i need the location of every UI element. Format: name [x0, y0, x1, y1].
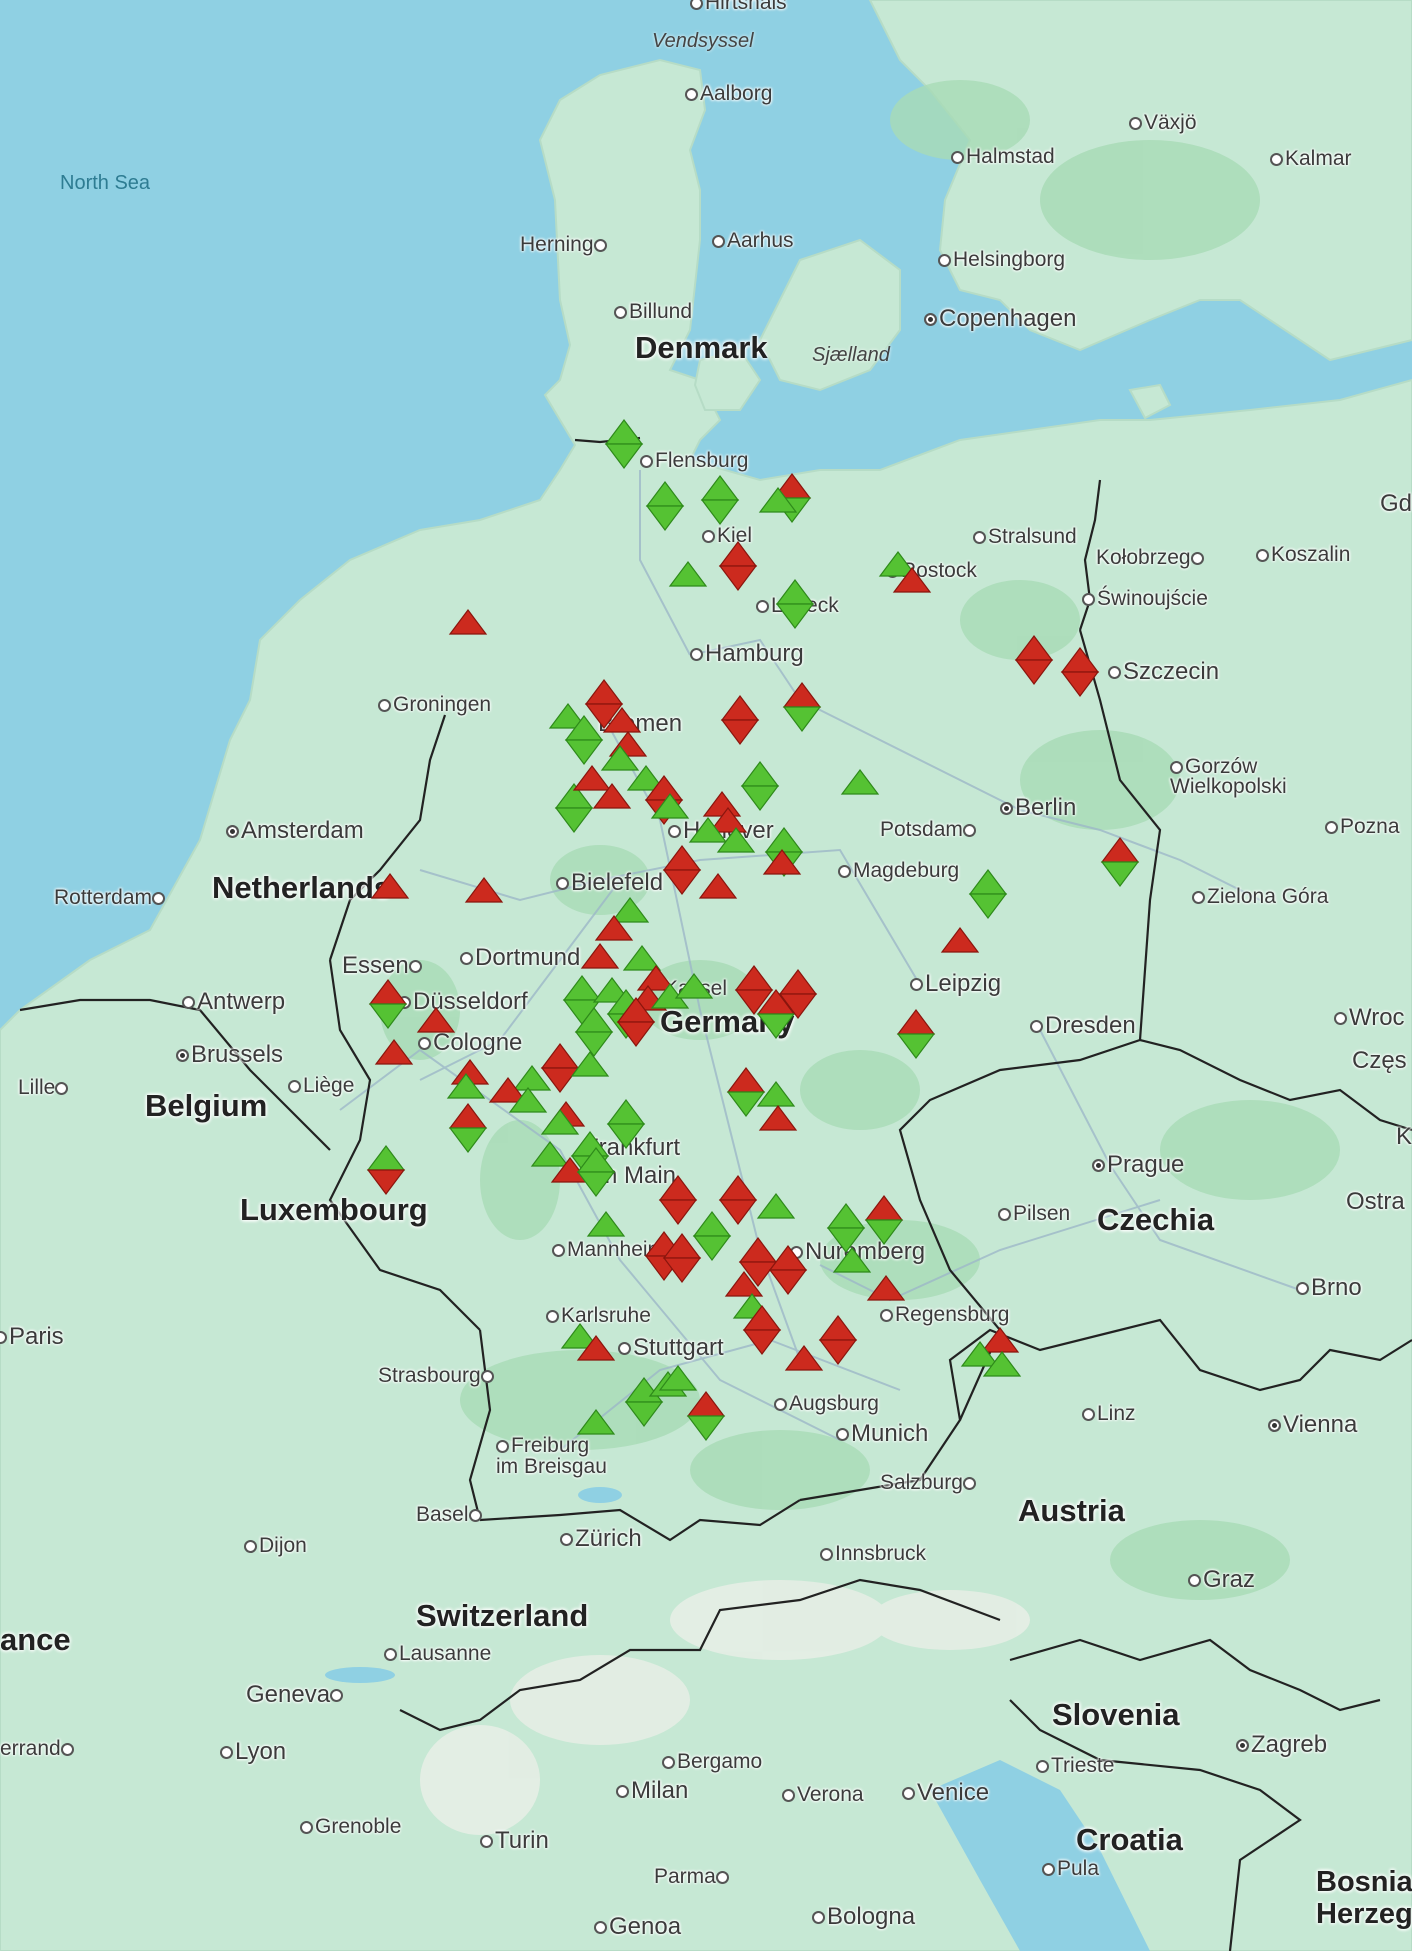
red-down-marker-icon[interactable]	[1014, 659, 1054, 685]
green-down-marker-icon[interactable]	[864, 1219, 904, 1245]
green-up-marker-icon[interactable]	[668, 561, 708, 587]
red-up-marker-icon[interactable]	[782, 682, 822, 708]
green-up-marker-icon[interactable]	[622, 945, 662, 971]
red-up-marker-icon[interactable]	[658, 1175, 698, 1201]
red-up-marker-icon[interactable]	[370, 873, 410, 899]
green-down-marker-icon[interactable]	[606, 1123, 646, 1149]
red-up-marker-icon[interactable]	[758, 1105, 798, 1131]
green-down-marker-icon[interactable]	[604, 443, 644, 469]
green-down-marker-icon[interactable]	[826, 1227, 866, 1253]
green-up-marker-icon[interactable]	[700, 475, 740, 501]
red-up-marker-icon[interactable]	[896, 1009, 936, 1035]
red-up-marker-icon[interactable]	[738, 1237, 778, 1263]
green-down-marker-icon[interactable]	[368, 1003, 408, 1029]
red-up-marker-icon[interactable]	[368, 979, 408, 1005]
red-up-marker-icon[interactable]	[374, 1039, 414, 1065]
red-down-marker-icon[interactable]	[1060, 671, 1100, 697]
red-down-marker-icon[interactable]	[662, 869, 702, 895]
green-up-marker-icon[interactable]	[840, 769, 880, 795]
red-up-marker-icon[interactable]	[464, 877, 504, 903]
red-up-marker-icon[interactable]	[702, 791, 742, 817]
green-down-marker-icon[interactable]	[645, 505, 685, 531]
red-down-marker-icon[interactable]	[768, 1269, 808, 1295]
green-up-marker-icon[interactable]	[674, 973, 714, 999]
green-down-marker-icon[interactable]	[1100, 861, 1140, 887]
red-up-marker-icon[interactable]	[778, 969, 818, 995]
green-up-marker-icon[interactable]	[756, 1193, 796, 1219]
green-down-marker-icon[interactable]	[686, 1415, 726, 1441]
red-down-marker-icon[interactable]	[366, 1169, 406, 1195]
red-up-marker-icon[interactable]	[718, 1175, 758, 1201]
red-up-marker-icon[interactable]	[1100, 837, 1140, 863]
red-up-marker-icon[interactable]	[448, 609, 488, 635]
red-up-marker-icon[interactable]	[448, 1103, 488, 1129]
green-up-marker-icon[interactable]	[775, 579, 815, 605]
green-down-marker-icon[interactable]	[554, 807, 594, 833]
red-up-marker-icon[interactable]	[416, 1007, 456, 1033]
red-up-marker-icon[interactable]	[698, 873, 738, 899]
green-up-marker-icon[interactable]	[366, 1145, 406, 1171]
red-up-marker-icon[interactable]	[718, 541, 758, 567]
red-up-marker-icon[interactable]	[980, 1327, 1020, 1353]
green-down-marker-icon[interactable]	[726, 1091, 766, 1117]
green-up-marker-icon[interactable]	[604, 419, 644, 445]
red-up-marker-icon[interactable]	[734, 965, 774, 991]
red-up-marker-icon[interactable]	[866, 1275, 906, 1301]
red-down-marker-icon[interactable]	[718, 565, 758, 591]
green-up-marker-icon[interactable]	[692, 1211, 732, 1237]
green-up-marker-icon[interactable]	[570, 1131, 610, 1157]
red-up-marker-icon[interactable]	[864, 1195, 904, 1221]
red-up-marker-icon[interactable]	[1060, 647, 1100, 673]
green-up-marker-icon[interactable]	[586, 1211, 626, 1237]
red-down-marker-icon[interactable]	[718, 1199, 758, 1225]
green-up-marker-icon[interactable]	[764, 827, 804, 853]
red-up-marker-icon[interactable]	[662, 845, 702, 871]
red-up-marker-icon[interactable]	[768, 1245, 808, 1271]
red-up-marker-icon[interactable]	[686, 1391, 726, 1417]
green-up-marker-icon[interactable]	[610, 897, 650, 923]
green-down-marker-icon[interactable]	[624, 1401, 664, 1427]
green-down-marker-icon[interactable]	[896, 1033, 936, 1059]
red-up-marker-icon[interactable]	[1014, 635, 1054, 661]
green-down-marker-icon[interactable]	[968, 893, 1008, 919]
green-down-marker-icon[interactable]	[782, 706, 822, 732]
green-down-marker-icon[interactable]	[700, 499, 740, 525]
red-down-marker-icon[interactable]	[742, 1329, 782, 1355]
red-up-marker-icon[interactable]	[584, 679, 624, 705]
red-up-marker-icon[interactable]	[720, 695, 760, 721]
green-down-marker-icon[interactable]	[740, 785, 780, 811]
green-up-marker-icon[interactable]	[756, 1081, 796, 1107]
green-up-marker-icon[interactable]	[576, 1409, 616, 1435]
green-down-marker-icon[interactable]	[448, 1127, 488, 1153]
green-up-marker-icon[interactable]	[968, 869, 1008, 895]
green-up-marker-icon[interactable]	[570, 1051, 610, 1077]
red-down-marker-icon[interactable]	[818, 1339, 858, 1365]
green-up-marker-icon[interactable]	[606, 1099, 646, 1125]
red-up-marker-icon[interactable]	[580, 943, 620, 969]
red-up-marker-icon[interactable]	[726, 1067, 766, 1093]
red-up-marker-icon[interactable]	[940, 927, 980, 953]
red-down-marker-icon[interactable]	[658, 1199, 698, 1225]
red-down-marker-icon[interactable]	[720, 719, 760, 745]
green-down-marker-icon[interactable]	[756, 1013, 796, 1039]
green-down-marker-icon[interactable]	[564, 739, 604, 765]
green-down-marker-icon[interactable]	[576, 1171, 616, 1197]
red-up-marker-icon[interactable]	[784, 1345, 824, 1371]
green-down-marker-icon[interactable]	[574, 1031, 614, 1057]
green-up-marker-icon[interactable]	[645, 481, 685, 507]
green-up-marker-icon[interactable]	[562, 975, 602, 1001]
green-up-marker-icon[interactable]	[530, 1141, 570, 1167]
red-up-marker-icon[interactable]	[818, 1315, 858, 1341]
red-up-marker-icon[interactable]	[540, 1043, 580, 1069]
green-up-marker-icon[interactable]	[740, 761, 780, 787]
green-up-marker-icon[interactable]	[826, 1203, 866, 1229]
green-down-marker-icon[interactable]	[775, 603, 815, 629]
green-up-marker-icon[interactable]	[832, 1247, 872, 1273]
markers-layer	[366, 419, 1140, 1441]
